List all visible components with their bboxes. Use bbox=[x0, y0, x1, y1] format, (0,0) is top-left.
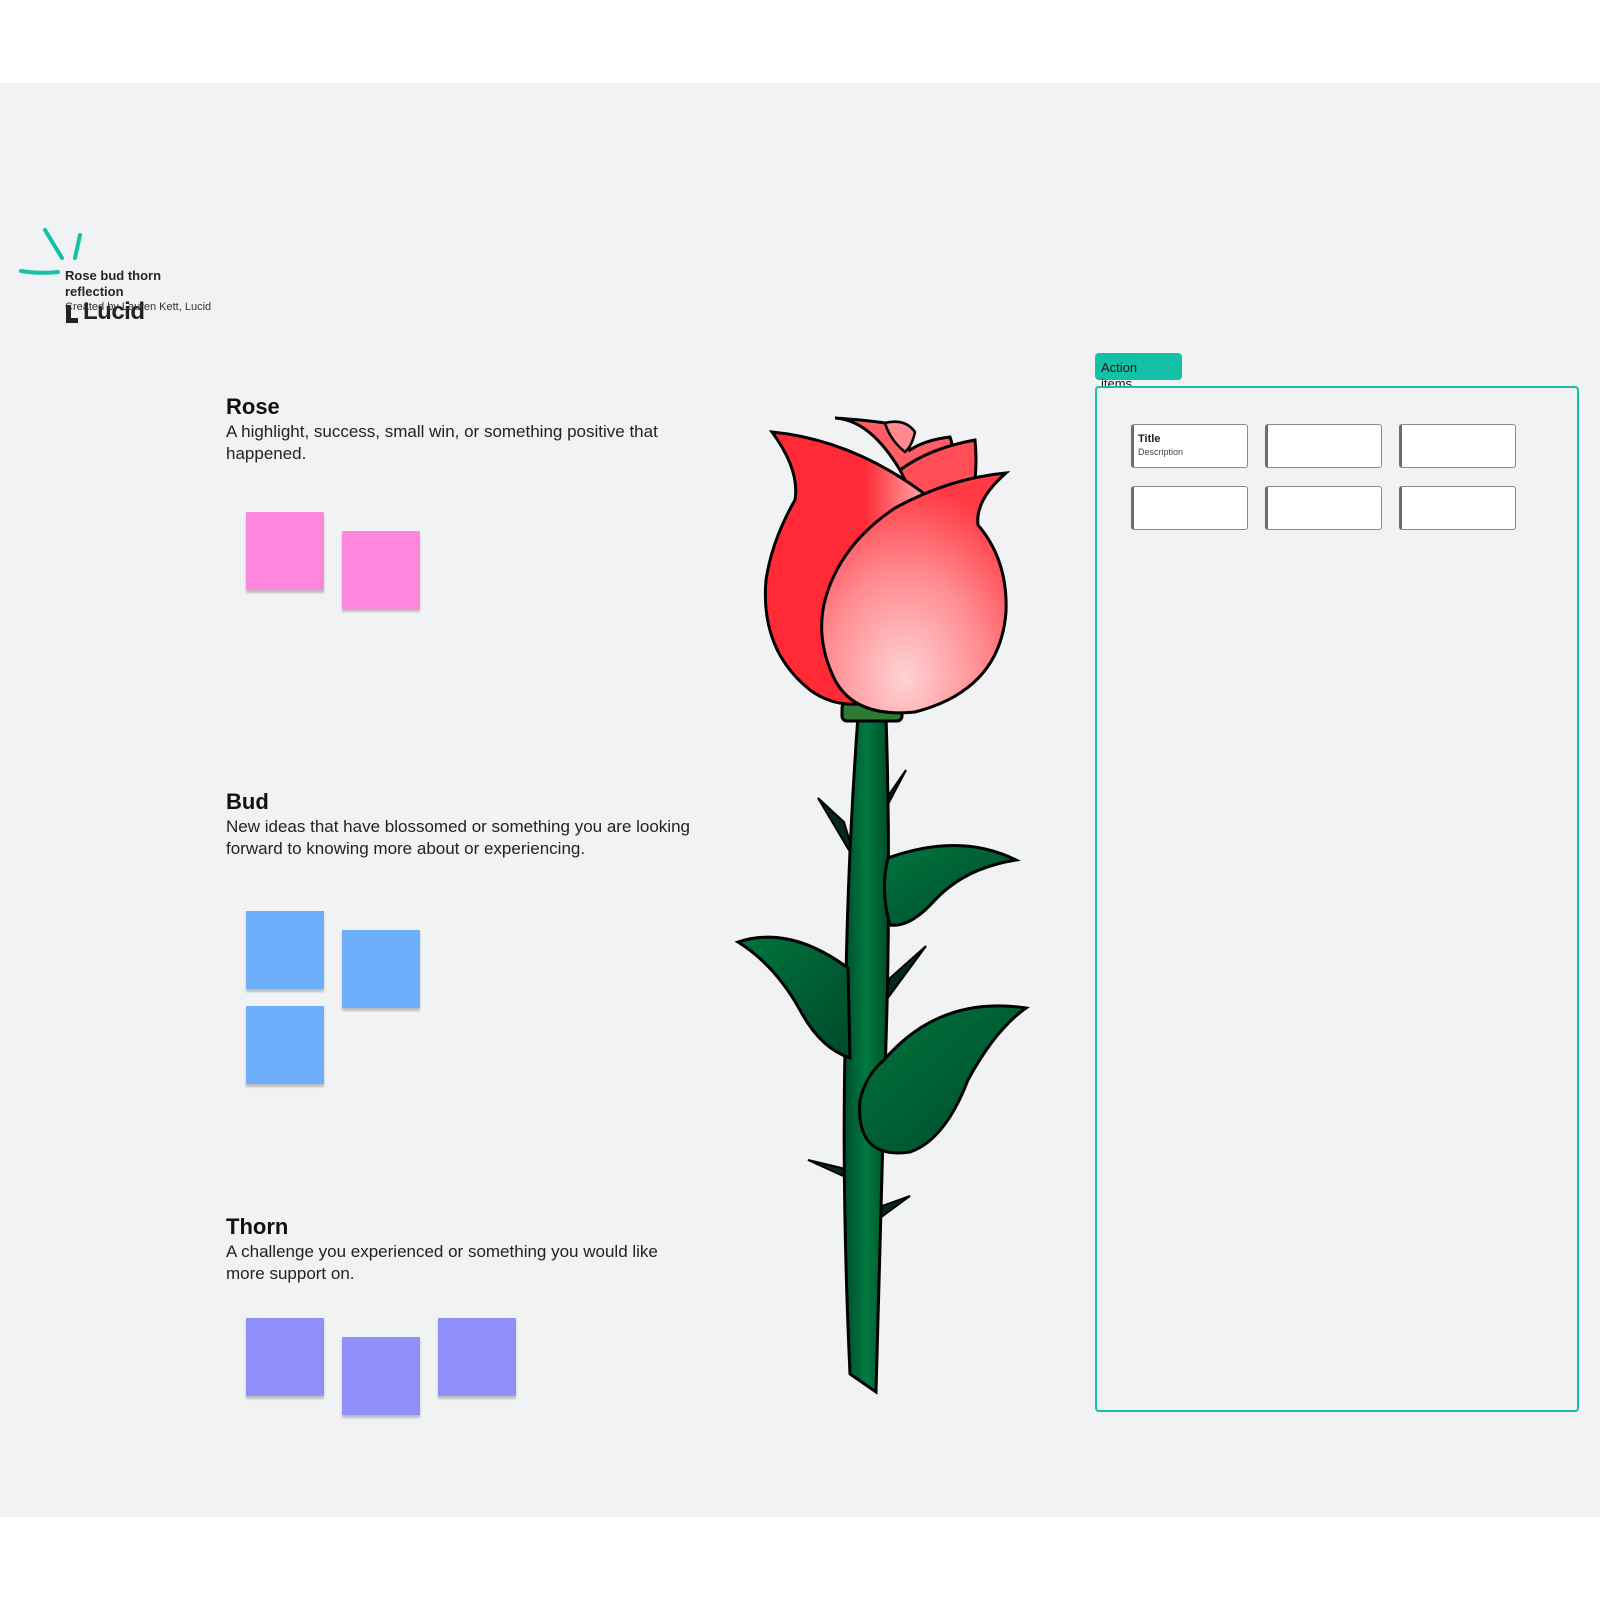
action-item-card[interactable] bbox=[1265, 424, 1382, 468]
bud-section-title: Bud bbox=[226, 789, 269, 814]
thorn-section-title: Thorn bbox=[226, 1214, 289, 1239]
template-title: Rose bud thorn reflection bbox=[65, 268, 162, 299]
bud-sticky-note[interactable] bbox=[246, 1006, 324, 1084]
template-credit: Created by Lauren Kett, Lucid bbox=[65, 301, 212, 313]
card-description: Description bbox=[1138, 447, 1184, 457]
rose-illustration bbox=[734, 416, 1030, 1395]
action-item-card[interactable] bbox=[1399, 486, 1516, 530]
rose-section-title: Rose bbox=[226, 394, 280, 419]
rose-sticky-note[interactable] bbox=[342, 531, 420, 609]
action-items-frame[interactable] bbox=[1095, 386, 1579, 1412]
thorn-sticky-note[interactable] bbox=[438, 1318, 516, 1396]
thorn-sticky-note[interactable] bbox=[342, 1337, 420, 1415]
action-item-card[interactable] bbox=[1131, 486, 1248, 530]
thorn-sticky-note[interactable] bbox=[246, 1318, 324, 1396]
rose-sticky-note[interactable] bbox=[246, 512, 324, 590]
action-item-card[interactable] bbox=[1399, 424, 1516, 468]
thorn-section-description: A challenge you experienced or something… bbox=[226, 1242, 658, 1283]
bud-sticky-note[interactable] bbox=[342, 930, 420, 1008]
bud-sticky-note[interactable] bbox=[246, 911, 324, 989]
bud-section-description: New ideas that have blossomed or somethi… bbox=[226, 817, 690, 858]
rose-section-description: A highlight, success, small win, or some… bbox=[226, 422, 658, 463]
action-item-card[interactable]: Title Description bbox=[1131, 424, 1248, 468]
card-title: Title bbox=[1138, 433, 1161, 445]
action-item-card[interactable] bbox=[1265, 486, 1382, 530]
